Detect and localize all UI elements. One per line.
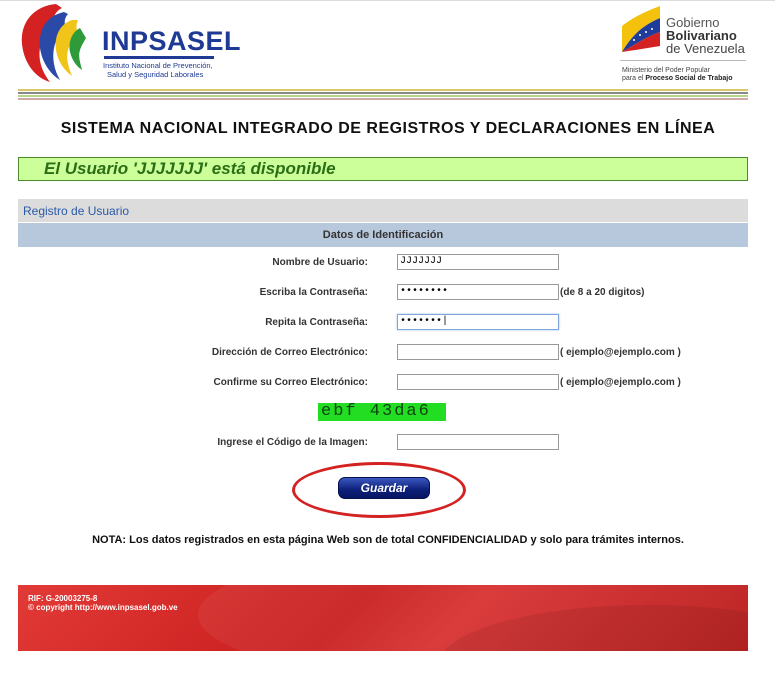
ministry-line-2: para el Proceso Social de Trabajo — [622, 75, 733, 82]
captcha-label: Ingrese el Código de la Imagen: — [217, 437, 368, 448]
gov-divider — [620, 60, 746, 61]
captcha-text: ebf 43da6 — [321, 402, 431, 421]
panel-title: Registro de Usuario — [23, 204, 130, 218]
page-title: SISTEMA NACIONAL INTEGRADO DE REGISTROS … — [60, 120, 716, 137]
inpsasel-logo[interactable]: INPSASEL Instituto Nacional de Prevenció… — [16, 2, 241, 84]
email-label: Dirección de Correo Electrónico: — [211, 347, 368, 358]
section-bar: Datos de Identificación — [18, 223, 748, 247]
password-label: Escriba la Contraseña: — [259, 287, 368, 298]
availability-message: El Usuario 'JJJJJJJ' está disponible — [44, 159, 336, 178]
captcha-image: ebf 43da6 — [318, 403, 446, 421]
password-repeat-label: Repita la Contraseña: — [265, 317, 368, 328]
confidentiality-note: NOTA: Los datos registrados en esta pági… — [92, 534, 684, 546]
profile-faces-icon — [21, 4, 86, 82]
password-repeat-input[interactable]: •••••••| — [397, 314, 559, 330]
password-hint: (de 8 a 20 digitos) — [560, 287, 645, 298]
footer-copyright: © copyright http://www.inpsasel.gob.ve — [28, 603, 178, 612]
page-footer: RIF: G-20003275-8 © copyright http://www… — [18, 585, 748, 651]
password-input[interactable]: •••••••• — [397, 284, 559, 300]
brand-subtitle-line-1: Instituto Nacional de Prevención, — [103, 61, 213, 70]
email-confirm-input[interactable] — [397, 374, 559, 390]
page-header: INPSASEL Instituto Nacional de Prevenció… — [0, 0, 776, 100]
footer-rif: RIF: G-20003275-8 — [28, 594, 98, 603]
ministry-line-1: Ministerio del Poder Popular — [622, 67, 710, 74]
section-title: Datos de Identificación — [322, 229, 444, 241]
gobierno-bolivariano-logo[interactable]: Gobierno Bolivariano de Venezuela Minist… — [620, 2, 760, 86]
email-confirm-hint: ( ejemplo@ejemplo.com ) — [560, 377, 681, 388]
save-button[interactable]: Guardar — [338, 477, 430, 499]
ministry-name: Proceso Social de Trabajo — [645, 75, 733, 82]
captcha-input[interactable] — [397, 434, 559, 450]
availability-banner: El Usuario 'JJJJJJJ' está disponible — [18, 157, 748, 181]
brand-name: INPSASEL — [102, 26, 242, 56]
username-label: Nombre de Usuario: — [272, 257, 368, 268]
email-confirm-label: Confirme su Correo Electrónico: — [213, 377, 368, 388]
brand-subtitle-line-2: Salud y Seguridad Laborales — [107, 70, 204, 79]
username-input[interactable]: JJJJJJJ — [397, 254, 559, 270]
gov-line-3: de Venezuela — [666, 41, 745, 56]
email-input[interactable] — [397, 344, 559, 360]
venezuela-flag-icon — [622, 6, 660, 52]
ministry-prefix: para el — [622, 75, 646, 82]
brand-underline — [104, 56, 214, 59]
brand-subtitle: Instituto Nacional de Prevención, Salud … — [103, 61, 233, 79]
header-stripes — [18, 89, 748, 101]
email-hint: ( ejemplo@ejemplo.com ) — [560, 347, 681, 358]
panel-header: Registro de Usuario — [18, 199, 748, 222]
